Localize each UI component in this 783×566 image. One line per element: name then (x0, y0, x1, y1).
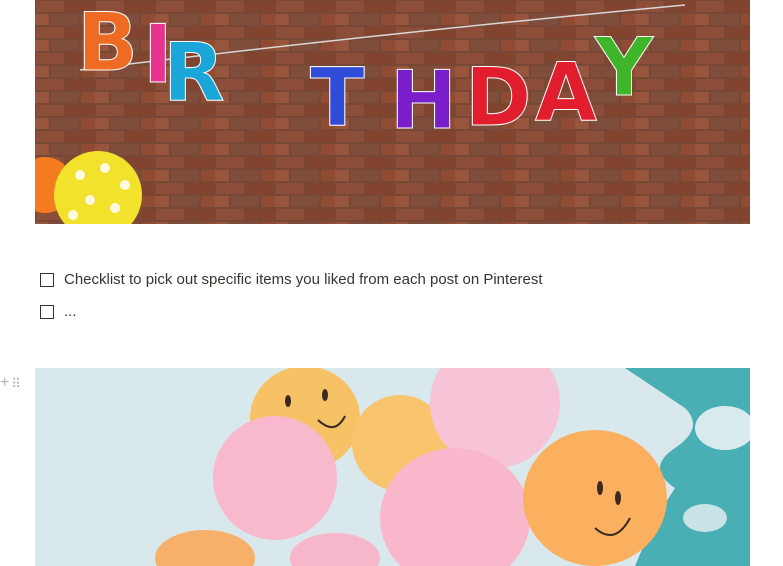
plus-icon[interactable]: + (0, 375, 9, 391)
checkbox[interactable] (40, 273, 54, 287)
svg-text:D: D (465, 51, 531, 144)
drag-handle-icon[interactable]: ⠿ (11, 377, 20, 390)
image-block-birthday-banner[interactable]: B I R T H D A Y (35, 0, 750, 224)
letter-b: B (77, 0, 138, 89)
todo-item[interactable]: ... (40, 300, 77, 324)
svg-text:H: H (390, 54, 457, 147)
todo-item-text[interactable]: ... (64, 302, 77, 322)
todo-item-text[interactable]: Checklist to pick out specific items you… (64, 270, 543, 290)
birthday-banner-image: B I R T H D A Y (35, 0, 750, 224)
svg-text:A: A (535, 46, 597, 139)
todo-item[interactable]: Checklist to pick out specific items you… (40, 268, 543, 292)
image-block-smiley-balloons[interactable] (35, 368, 750, 566)
svg-text:R: R (163, 26, 225, 119)
checkbox[interactable] (40, 305, 54, 319)
svg-text:Y: Y (594, 21, 654, 114)
svg-text:T: T (310, 51, 365, 144)
smiley-balloons-image (35, 368, 750, 566)
block-handle: + ⠿ (0, 374, 21, 392)
